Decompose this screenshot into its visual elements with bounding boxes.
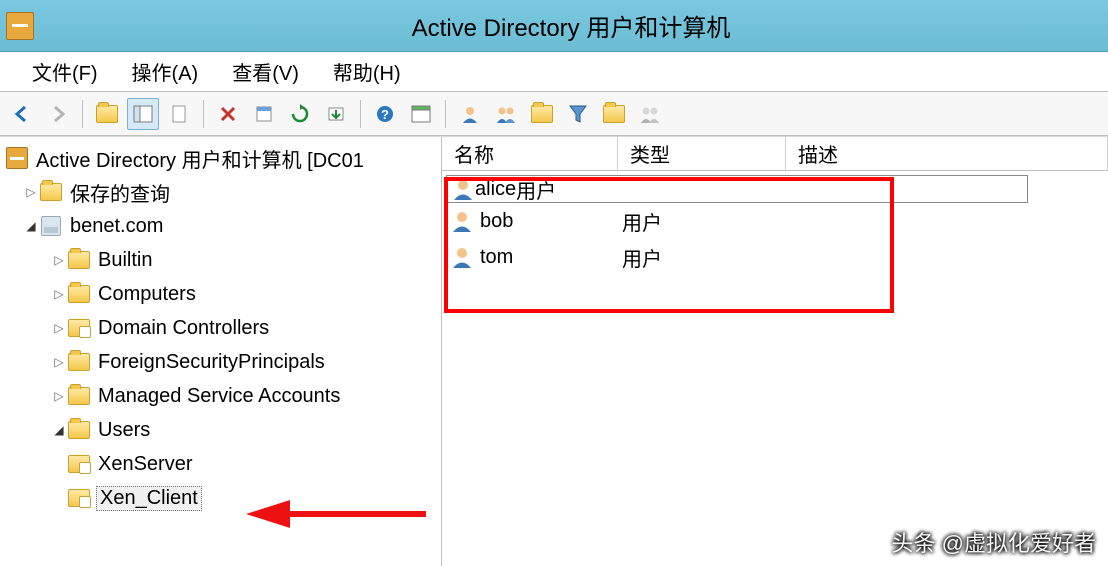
tree-builtin[interactable]: ▷ Builtin bbox=[0, 243, 441, 277]
user-icon bbox=[450, 209, 474, 233]
tree-xenserver[interactable]: XenServer bbox=[0, 447, 441, 481]
saved-queries-label: 保存的查询 bbox=[68, 178, 172, 207]
folder-icon bbox=[68, 387, 90, 405]
cell-name: bob bbox=[480, 210, 622, 233]
tree-xen-client[interactable]: Xen_Client bbox=[0, 481, 441, 515]
list-pane[interactable]: 名称 类型 描述 alice 用户 bob 用户 tom 用户 bbox=[442, 137, 1108, 566]
folder-icon bbox=[603, 105, 625, 123]
tree-computers[interactable]: ▷ Computers bbox=[0, 277, 441, 311]
svg-text:?: ? bbox=[381, 107, 389, 122]
tree-saved-queries[interactable]: ▷ 保存的查询 bbox=[0, 175, 441, 209]
folder-icon bbox=[531, 105, 553, 123]
cell-name: alice bbox=[475, 178, 516, 201]
cell-name: tom bbox=[480, 246, 622, 269]
ou-folder-icon bbox=[68, 489, 90, 507]
up-folder-button[interactable] bbox=[91, 98, 123, 130]
tree-root[interactable]: Active Directory 用户和计算机 [DC01 bbox=[0, 141, 441, 175]
new-group-button[interactable] bbox=[490, 98, 522, 130]
msa-label: Managed Service Accounts bbox=[96, 385, 342, 408]
new-user-button[interactable] bbox=[454, 98, 486, 130]
column-name[interactable]: 名称 bbox=[442, 137, 618, 170]
help-button[interactable]: ? bbox=[369, 98, 401, 130]
tree-domain[interactable]: ◢ benet.com bbox=[0, 209, 441, 243]
folder-icon bbox=[96, 105, 118, 123]
users-label: Users bbox=[96, 419, 152, 442]
column-headers: 名称 类型 描述 bbox=[442, 137, 1108, 171]
user-icon bbox=[450, 245, 474, 269]
show-hide-tree-button[interactable] bbox=[127, 98, 159, 130]
search-button[interactable] bbox=[598, 98, 630, 130]
ou-folder-icon bbox=[68, 319, 90, 337]
ou-folder-icon bbox=[68, 455, 90, 473]
tree-fsp[interactable]: ▷ ForeignSecurityPrincipals bbox=[0, 345, 441, 379]
watermark: 头条 @虚拟化爱好者 bbox=[892, 526, 1096, 558]
user-icon bbox=[451, 177, 475, 201]
folder-icon bbox=[68, 421, 90, 439]
menu-bar: 文件(F) 操作(A) 查看(V) 帮助(H) bbox=[0, 52, 1108, 92]
column-type[interactable]: 类型 bbox=[618, 137, 786, 170]
domain-icon bbox=[41, 216, 61, 236]
titlebar: Active Directory 用户和计算机 bbox=[0, 0, 1108, 52]
folder-icon bbox=[68, 251, 90, 269]
cell-type: 用户 bbox=[516, 175, 556, 204]
collapse-icon[interactable]: ◢ bbox=[50, 423, 68, 437]
forward-button[interactable] bbox=[42, 98, 74, 130]
folder-icon bbox=[40, 183, 62, 201]
list-row-bob[interactable]: bob 用户 bbox=[442, 203, 1108, 239]
refresh-button[interactable] bbox=[284, 98, 316, 130]
xen-client-label: Xen_Client bbox=[96, 486, 202, 511]
cell-type: 用户 bbox=[622, 243, 790, 272]
find-button[interactable] bbox=[405, 98, 437, 130]
export-button[interactable] bbox=[320, 98, 352, 130]
filter-button[interactable] bbox=[562, 98, 594, 130]
expand-icon[interactable]: ▷ bbox=[50, 287, 68, 301]
toolbar: ? bbox=[0, 92, 1108, 136]
builtin-label: Builtin bbox=[96, 249, 154, 272]
window-title: Active Directory 用户和计算机 bbox=[40, 8, 1102, 43]
new-ou-button[interactable] bbox=[526, 98, 558, 130]
tree-root-label: Active Directory 用户和计算机 [DC01 bbox=[34, 144, 366, 173]
menu-help[interactable]: 帮助(H) bbox=[319, 51, 415, 92]
mmc-icon bbox=[6, 147, 28, 169]
cut-button[interactable] bbox=[163, 98, 195, 130]
xenserver-label: XenServer bbox=[96, 453, 195, 476]
folder-icon bbox=[68, 285, 90, 303]
fsp-label: ForeignSecurityPrincipals bbox=[96, 351, 327, 374]
menu-action[interactable]: 操作(A) bbox=[118, 51, 213, 92]
tree-users[interactable]: ◢ Users bbox=[0, 413, 441, 447]
delete-button[interactable] bbox=[212, 98, 244, 130]
properties-button[interactable] bbox=[248, 98, 280, 130]
folder-icon bbox=[68, 353, 90, 371]
collapse-icon[interactable]: ◢ bbox=[22, 219, 40, 233]
domain-label: benet.com bbox=[68, 215, 165, 238]
expand-icon[interactable]: ▷ bbox=[22, 185, 40, 199]
tree-pane[interactable]: Active Directory 用户和计算机 [DC01 ▷ 保存的查询 ◢ … bbox=[0, 137, 442, 566]
tree-msa[interactable]: ▷ Managed Service Accounts bbox=[0, 379, 441, 413]
main-panel: Active Directory 用户和计算机 [DC01 ▷ 保存的查询 ◢ … bbox=[0, 136, 1108, 566]
column-desc[interactable]: 描述 bbox=[786, 137, 1108, 170]
expand-icon[interactable]: ▷ bbox=[50, 389, 68, 403]
menu-file[interactable]: 文件(F) bbox=[18, 51, 112, 92]
expand-icon[interactable]: ▷ bbox=[50, 321, 68, 335]
domain-controllers-label: Domain Controllers bbox=[96, 317, 271, 340]
list-row-alice[interactable]: alice 用户 bbox=[446, 175, 1028, 203]
cell-type: 用户 bbox=[622, 207, 790, 236]
list-row-tom[interactable]: tom 用户 bbox=[442, 239, 1108, 275]
expand-icon[interactable]: ▷ bbox=[50, 253, 68, 267]
back-button[interactable] bbox=[6, 98, 38, 130]
computers-label: Computers bbox=[96, 283, 198, 306]
add-to-group-button[interactable] bbox=[634, 98, 666, 130]
menu-view[interactable]: 查看(V) bbox=[218, 51, 313, 92]
expand-icon[interactable]: ▷ bbox=[50, 355, 68, 369]
app-icon bbox=[6, 12, 34, 40]
tree-domain-controllers[interactable]: ▷ Domain Controllers bbox=[0, 311, 441, 345]
